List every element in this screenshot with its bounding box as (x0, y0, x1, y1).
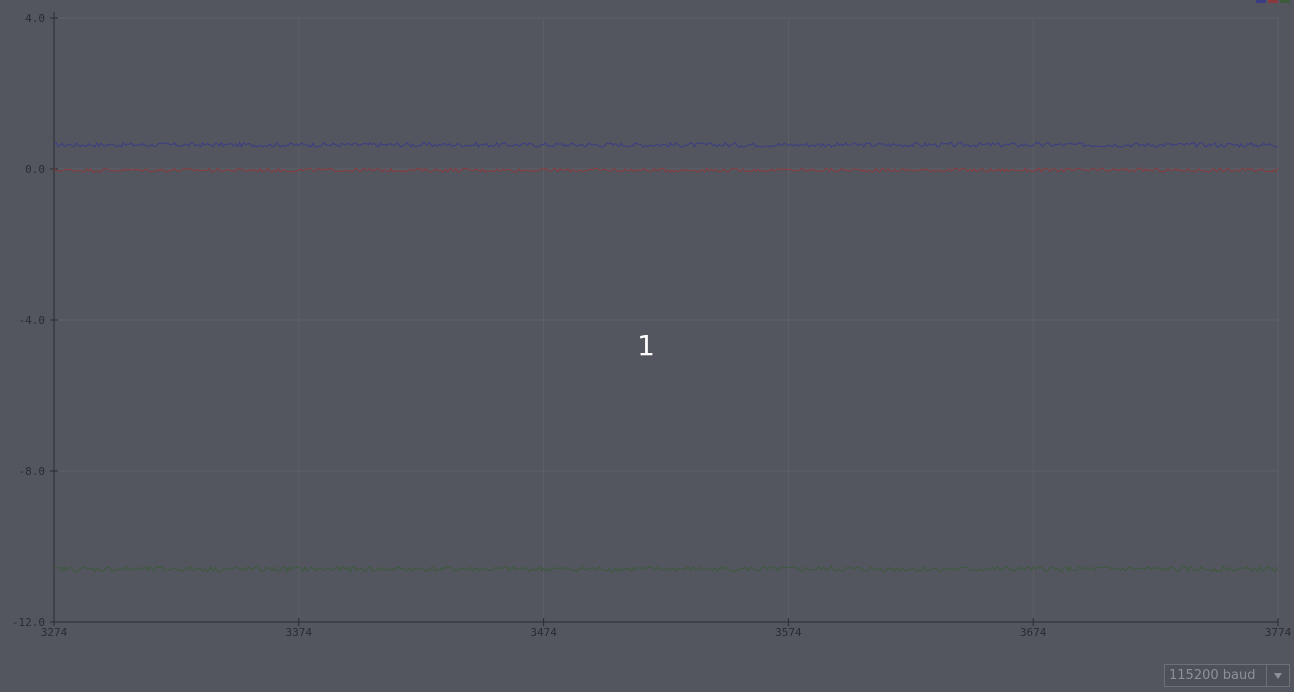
overlay-number: 1 (637, 329, 655, 362)
x-tick-label: 3674 (1020, 626, 1047, 639)
legend-swatch-3 (1280, 0, 1290, 3)
series-line-1 (53, 141, 1278, 149)
x-tick-label: 3574 (775, 626, 802, 639)
x-tick-label: 3774 (1265, 626, 1292, 639)
legend-swatch-1 (1256, 0, 1266, 3)
x-tick-label: 3474 (530, 626, 557, 639)
baud-rate-value: 115200 baud (1169, 668, 1256, 683)
x-tick-label: 3274 (41, 626, 68, 639)
dropdown-arrow-icon[interactable] (1266, 665, 1289, 686)
y-tick-label: 4.0 (25, 12, 45, 25)
x-tick-label: 3374 (286, 626, 313, 639)
series-line-3 (53, 565, 1279, 574)
y-tick-label: -4.0 (19, 314, 46, 327)
legend-swatch-2 (1268, 0, 1278, 3)
baud-rate-select[interactable]: 115200 baud (1164, 664, 1290, 687)
y-tick-label: -8.0 (19, 465, 46, 478)
legend (1256, 0, 1290, 3)
y-tick-label: 0.0 (25, 163, 45, 176)
serial-plotter-window: 4.0 0.0 -4.0 -8.0 -12.0 3274 3374 3474 3574 3674 3… (0, 0, 1294, 692)
